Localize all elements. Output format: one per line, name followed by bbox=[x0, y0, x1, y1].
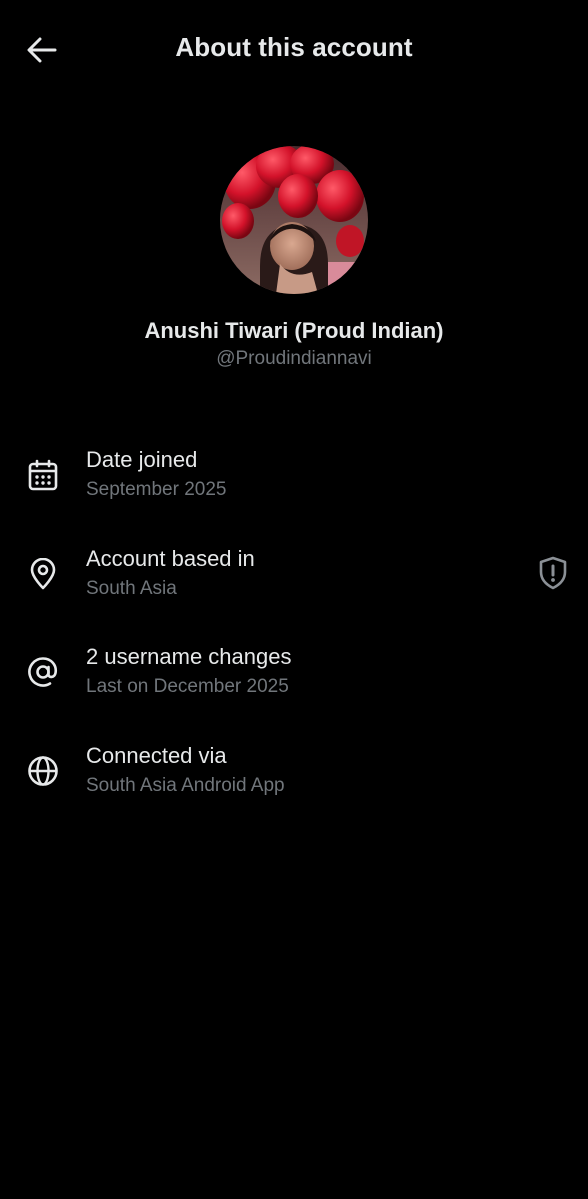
info-subtitle: September 2025 bbox=[86, 479, 227, 500]
info-title: Connected via bbox=[86, 742, 227, 768]
at-sign-icon bbox=[24, 653, 62, 691]
info-row-username-changes: 2 username changes Last on December 2025 bbox=[0, 637, 588, 736]
info-title: Account based in bbox=[86, 545, 255, 571]
display-name: Anushi Tiwari (Proud Indian) bbox=[144, 318, 444, 343]
globe-icon bbox=[24, 752, 62, 790]
info-row-connected-via: Connected via South Asia Android App bbox=[0, 736, 588, 835]
info-row-date-joined: Date joined September 2025 bbox=[0, 440, 588, 539]
page-title: About this account bbox=[175, 32, 413, 62]
location-pin-icon bbox=[24, 555, 62, 593]
top-bar: About this account bbox=[0, 0, 588, 98]
info-subtitle: South Asia Android App bbox=[86, 774, 285, 796]
info-text: Date joined September 2025 bbox=[86, 446, 227, 502]
info-title: 2 username changes bbox=[86, 644, 292, 670]
info-text: Account based in South Asia bbox=[86, 545, 255, 601]
info-text: 2 username changes Last on December 2025 bbox=[86, 643, 291, 699]
info-row-account-based-in: Account based in South Asia bbox=[0, 539, 588, 638]
handle: @Proudindiannavi bbox=[216, 348, 372, 369]
avatar[interactable] bbox=[220, 146, 368, 294]
info-title: Date joined bbox=[86, 447, 198, 472]
calendar-icon bbox=[24, 456, 62, 494]
info-subtitle: South Asia bbox=[86, 577, 177, 599]
shield-alert-icon[interactable] bbox=[536, 555, 570, 591]
info-text: Connected via South Asia Android App bbox=[86, 742, 285, 798]
account-info-list: Date joined September 2025 Account based… bbox=[0, 440, 588, 834]
profile-summary: Anushi Tiwari (Proud Indian) @Proudindia… bbox=[0, 146, 588, 370]
info-subtitle: Last on December 2025 bbox=[86, 676, 289, 698]
